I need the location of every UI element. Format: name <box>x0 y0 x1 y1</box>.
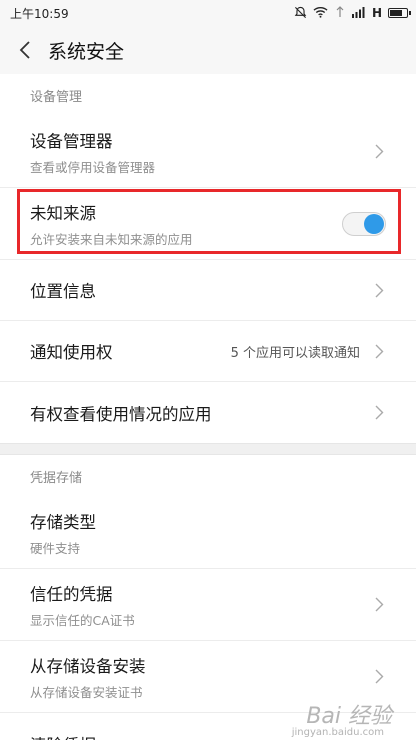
chevron-right-icon <box>372 343 386 359</box>
chevron-right-icon <box>372 405 386 421</box>
status-time: 上午10:59 <box>10 6 69 21</box>
page-title: 系统安全 <box>48 40 125 63</box>
unknown-sources-toggle[interactable] <box>342 211 386 236</box>
wifi-icon <box>313 6 328 20</box>
row-value: 5 个应用可以读取通知 <box>230 345 360 361</box>
section-divider <box>0 443 416 455</box>
status-bar: 上午10:59 H <box>0 0 416 26</box>
row-title: 从存储设备安装 <box>30 656 146 676</box>
watermark-url: jingyan.baidu.com <box>291 727 384 738</box>
chevron-right-icon <box>372 597 386 613</box>
status-icons: H <box>294 6 411 21</box>
battery-icon <box>388 8 411 18</box>
row-title: 未知来源 <box>30 203 96 223</box>
row-notification-access[interactable]: 通知使用权 5 个应用可以读取通知 <box>0 321 416 382</box>
row-subtitle: 允许安装来自未知来源的应用 <box>30 231 193 247</box>
chevron-right-icon <box>372 144 386 160</box>
row-title: 信任的凭据 <box>30 584 113 604</box>
row-subtitle: 查看或停用设备管理器 <box>30 159 156 175</box>
row-title: 设备管理器 <box>30 131 113 151</box>
row-trusted-credentials[interactable]: 信任的凭据 显示信任的CA证书 <box>0 569 416 641</box>
row-title: 存储类型 <box>30 512 96 532</box>
row-title: 位置信息 <box>30 282 96 301</box>
chevron-right-icon <box>372 669 386 685</box>
row-subtitle: 显示信任的CA证书 <box>30 612 135 628</box>
row-title: 有权查看使用情况的应用 <box>30 404 212 424</box>
row-location[interactable]: 位置信息 <box>0 260 416 321</box>
section-header-credential-storage: 凭据存储 <box>0 455 416 497</box>
section-device-admin: 设备管理 设备管理器 查看或停用设备管理器 未知来源 允许安装来自未知来源的应用… <box>0 74 416 443</box>
watermark-logo: Bai 经验 <box>306 704 392 729</box>
signal-icon <box>334 6 346 20</box>
row-unknown-sources[interactable]: 未知来源 允许安装来自未知来源的应用 <box>0 188 416 260</box>
row-usage-access[interactable]: 有权查看使用情况的应用 <box>0 382 416 443</box>
row-title: 通知使用权 <box>30 343 113 362</box>
section-header-device-admin: 设备管理 <box>0 74 416 116</box>
toggle-knob <box>364 213 384 234</box>
signal-bars-icon <box>351 6 366 20</box>
row-storage-type[interactable]: 存储类型 硬件支持 <box>0 497 416 569</box>
network-type: H <box>371 6 382 20</box>
chevron-right-icon <box>372 282 386 298</box>
back-arrow-icon[interactable] <box>14 39 36 61</box>
watermark: Bai 经验 <box>306 698 392 730</box>
app-header: 系统安全 <box>0 26 416 74</box>
row-device-admin[interactable]: 设备管理器 查看或停用设备管理器 <box>0 116 416 188</box>
row-subtitle: 硬件支持 <box>30 540 81 556</box>
mute-bell-icon <box>294 6 307 21</box>
